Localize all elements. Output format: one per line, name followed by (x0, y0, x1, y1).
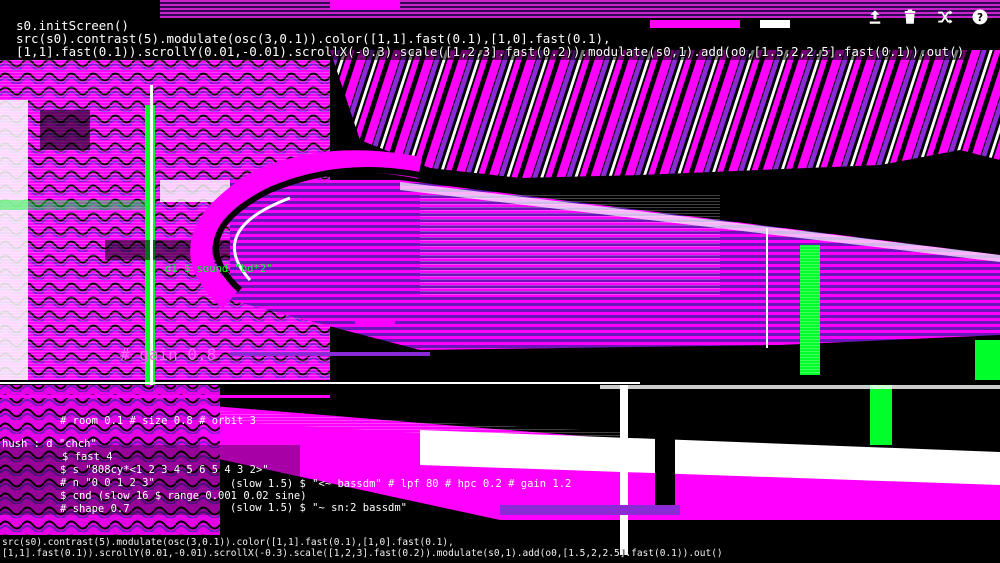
glitch-visual (0, 0, 1000, 555)
upload-button[interactable] (863, 6, 887, 28)
shuffle-icon (938, 10, 953, 24)
shuffle-button[interactable] (933, 6, 957, 28)
help-icon: ? (972, 9, 988, 25)
trash-icon (904, 9, 916, 24)
help-button[interactable]: ? (968, 6, 992, 28)
clear-button[interactable] (898, 6, 922, 28)
status-log: src(s0).contrast(5).modulate(osc(3,0.1))… (2, 537, 723, 559)
svg-text:?: ? (977, 12, 983, 24)
code-line-chain[interactable]: [1,1].fast(0.1)).scrollY(0.01,-0.01).scr… (14, 44, 967, 60)
upload-icon (869, 10, 881, 24)
hydra-canvas[interactable]: # gain 0.8 # room 0.1 # size 0.8 # orbit… (0, 0, 1000, 563)
toolbar: ? (863, 6, 992, 28)
